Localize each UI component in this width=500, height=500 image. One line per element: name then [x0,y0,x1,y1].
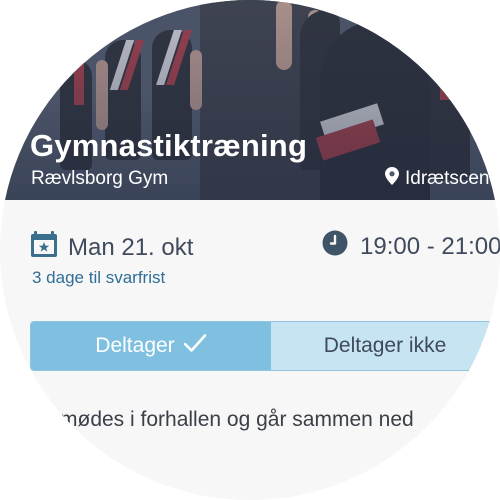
event-time-row: 19:00 - 21:00 [322,230,500,263]
rsvp-segmented-control: Deltager Deltager ikke [30,321,500,371]
not-attending-button[interactable]: Deltager ikke [271,322,499,370]
event-group-name: Rævlsborg Gym [31,168,169,189]
event-location-label: Idrætscen [405,168,490,189]
event-time: 19:00 - 21:00 [360,232,500,260]
event-cover-photo: Gymnastiktræning Rævlsborg Gym Idrætscen [0,0,500,200]
circular-viewport: Gymnastiktræning Rævlsborg Gym Idrætscen [0,0,500,500]
map-pin-icon [385,167,399,191]
event-details: Man 21. okt 19:00 - 21:00 3 dage til sva… [0,200,500,500]
event-title: Gymnastiktræning [30,128,308,163]
attending-label: Deltager [95,334,175,357]
event-date: Man 21. okt [68,233,194,261]
event-description: mødes i forhallen og går sammen ned [60,408,414,431]
rsvp-deadline: 3 dage til svarfrist [32,268,166,287]
attending-button[interactable]: Deltager [31,322,271,370]
not-attending-label: Deltager ikke [323,334,447,357]
checkmark-icon [183,333,207,359]
event-location[interactable]: Idrætscen [385,167,489,191]
calendar-icon [30,230,58,265]
event-date-row: Man 21. okt [30,230,193,265]
clock-icon [322,230,348,263]
page: Gymnastiktræning Rævlsborg Gym Idrætscen [0,0,500,500]
